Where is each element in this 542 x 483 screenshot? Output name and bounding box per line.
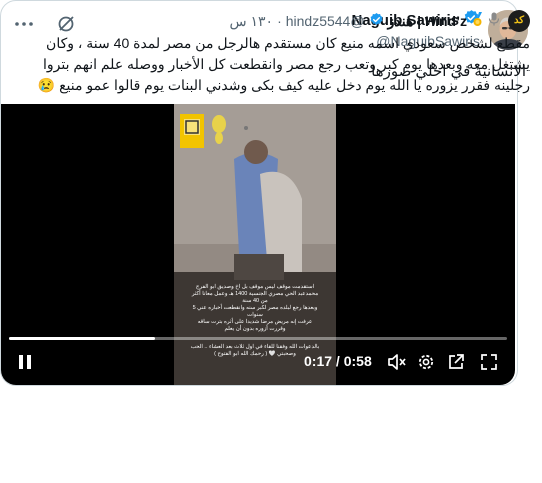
quoted-time[interactable]: ١٣٠ س <box>230 12 274 30</box>
caption-line: وبعدها رجع لبلده مصر لكبر سنه وانقطعت أخ… <box>192 305 318 311</box>
popout-icon[interactable] <box>444 347 468 377</box>
quoted-tweet[interactable]: كد Hind’z | هندز @hindz5544 · ١٣٠ س مقطع… <box>0 0 530 386</box>
video-frame: استقدمت موقف ليس موقف بل اخ وصديق ابو ال… <box>174 104 336 385</box>
caption-line: عرفت إنه مريض مرضا شديدا على أثره بترت س… <box>197 319 313 325</box>
quoted-name[interactable]: Hind’z | هندز <box>388 12 467 30</box>
quoted-header: كد Hind’z | هندز @hindz5544 · ١٣٠ س <box>230 10 530 32</box>
progress-bar[interactable] <box>9 337 507 340</box>
pause-icon[interactable] <box>13 347 37 377</box>
quoted-avatar[interactable]: كد <box>508 10 530 32</box>
video-time: 0:17 / 0:58 <box>304 353 372 369</box>
video-controls: 0:17 / 0:58 <box>1 347 515 377</box>
caption-line: وقررت أزوره بدون أن يعلم <box>224 326 286 332</box>
volume-icon[interactable] <box>385 347 409 377</box>
progress-fill <box>9 337 155 340</box>
caption-line: استقدمت موقف ليس موقف بل اخ وصديق ابو ال… <box>195 284 315 290</box>
fullscreen-icon[interactable] <box>477 347 501 377</box>
grok-icon[interactable] <box>56 14 76 34</box>
video-player[interactable]: استقدمت موقف ليس موقف بل اخ وصديق ابو ال… <box>1 104 515 385</box>
more-icon[interactable] <box>14 14 34 34</box>
header-actions <box>14 14 76 34</box>
mic-icon <box>488 12 500 30</box>
time-separator: / <box>335 353 340 369</box>
caption-line: من 40 سنة <box>242 298 268 304</box>
quoted-handle[interactable]: @hindz5544 <box>286 12 365 30</box>
settings-icon[interactable] <box>414 347 438 377</box>
current-time: 0:17 <box>304 353 333 369</box>
medal-icon <box>471 11 484 31</box>
caption-line: سنوات <box>247 312 263 318</box>
duration: 0:58 <box>343 353 372 369</box>
video-caption: استقدمت موقف ليس موقف بل اخ وصديق ابو ال… <box>178 284 332 333</box>
quoted-separator: · <box>277 13 282 29</box>
quoted-verified-icon <box>369 12 384 31</box>
caption-line: محمدعبد الحي مصري الجنسية 1400 هـ وعمل م… <box>191 291 319 297</box>
quoted-text: مقطع لشخص سعودي اسمه منيع كان مستقدم هال… <box>37 35 530 93</box>
